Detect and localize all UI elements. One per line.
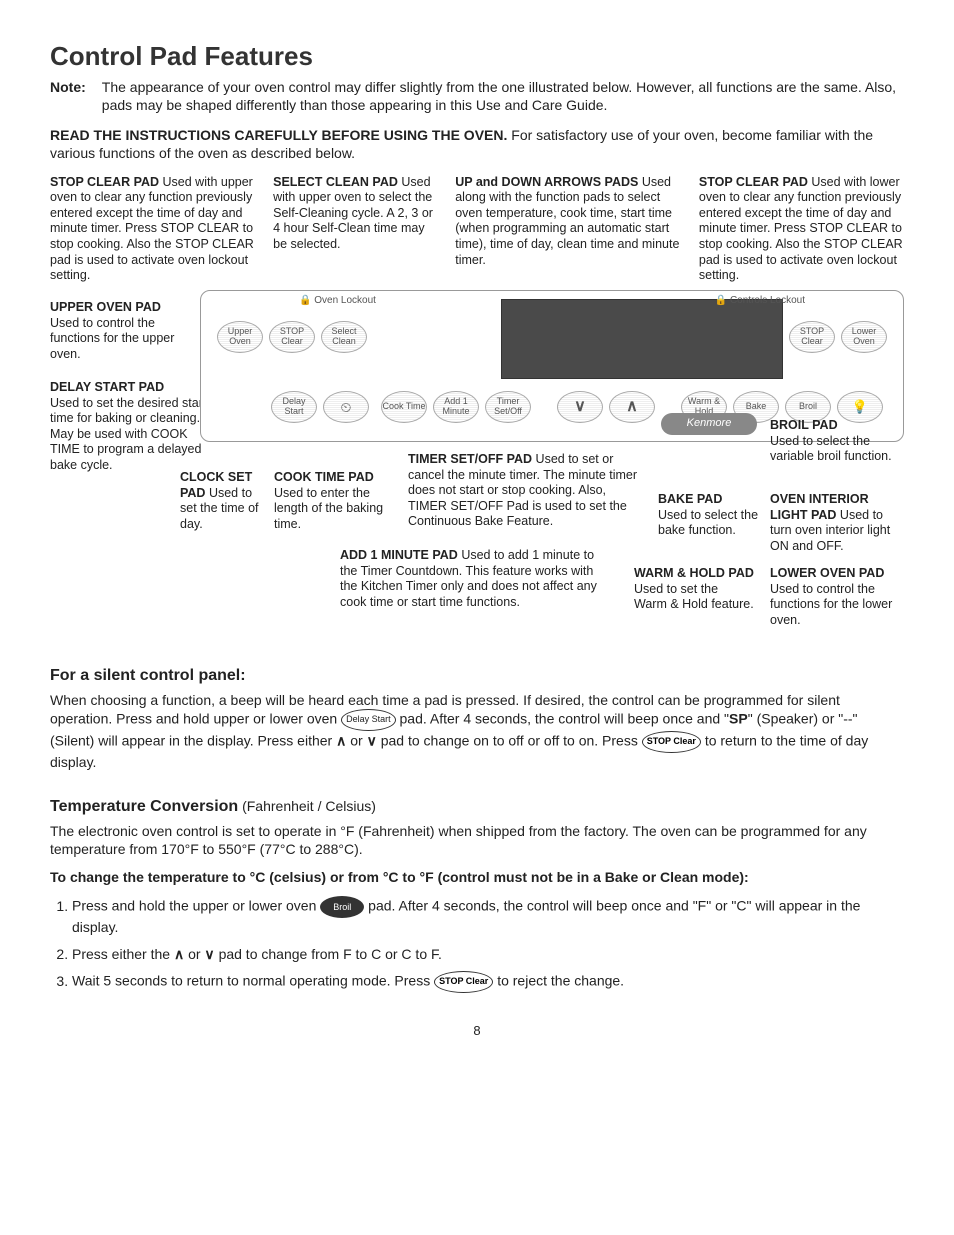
callout-cook-time: COOK TIME PAD Used to enter the length o… — [274, 470, 384, 533]
down-arrow-icon: ∨ — [367, 733, 377, 749]
inline-pad-stop-clear: STOP Clear — [642, 731, 701, 753]
temp-steps: Press and hold the upper or lower oven B… — [50, 896, 904, 992]
pad-upper-oven[interactable]: Upper Oven — [217, 321, 263, 353]
pad-timer-set-off[interactable]: Timer Set/Off — [485, 391, 531, 423]
temp-heading: Temperature Conversion (Fahrenheit / Cel… — [50, 797, 904, 818]
inline-pad-delay-start: Delay Start — [341, 709, 396, 731]
pad-select-clean[interactable]: Select Clean — [321, 321, 367, 353]
pad-up-arrow[interactable]: ∧ — [609, 391, 655, 423]
callout-stop-clear-upper: STOP CLEAR PAD Used with upper oven to c… — [50, 175, 255, 284]
pad-down-arrow[interactable]: ∨ — [557, 391, 603, 423]
pad-stop-clear-upper[interactable]: STOP Clear — [269, 321, 315, 353]
page-number: 8 — [50, 1023, 904, 1040]
inline-pad-stop-clear: STOP Clear — [434, 971, 493, 993]
temp-step-1: Press and hold the upper or lower oven B… — [72, 896, 904, 936]
note-text: The appearance of your oven control may … — [102, 78, 904, 114]
callout-warm-hold: WARM & HOLD PADUsed to set the Warm & Ho… — [634, 566, 754, 613]
pad-cook-time[interactable]: Cook Time — [381, 391, 427, 423]
control-panel-diagram: STOP CLEAR PAD Used with upper oven to c… — [50, 175, 904, 638]
callout-upper-oven: UPPER OVEN PAD Used to control the funct… — [50, 300, 200, 363]
silent-paragraph: When choosing a function, a beep will be… — [50, 691, 904, 771]
callout-broil: BROIL PADUsed to select the variable bro… — [770, 418, 900, 465]
silent-heading: For a silent control panel: — [50, 666, 904, 687]
page-title: Control Pad Features — [50, 40, 904, 74]
callout-stop-clear-lower: STOP CLEAR PAD Used with lower oven to c… — [699, 175, 904, 284]
pad-delay-start[interactable]: Delay Start — [271, 391, 317, 423]
down-arrow-icon: ∨ — [204, 946, 214, 962]
read-bold: READ THE INSTRUCTIONS CAREFULLY BEFORE U… — [50, 127, 507, 143]
callout-arrows: UP and DOWN ARROWS PADS Used along with … — [455, 175, 681, 284]
controls-lockout-icon: 🔒 Controls Lockout — [715, 295, 805, 308]
callout-select-clean: SELECT CLEAN PAD Used with upper oven to… — [273, 175, 437, 284]
pad-add-1-minute[interactable]: Add 1 Minute — [433, 391, 479, 423]
temp-step-3: Wait 5 seconds to return to normal opera… — [72, 971, 904, 993]
lcd-display — [501, 299, 783, 379]
temp-paragraph-2: To change the temperature to °C (celsius… — [50, 868, 904, 886]
oven-lockout-icon: 🔒 Oven Lockout — [299, 295, 376, 308]
callout-add-1-minute: ADD 1 MINUTE PAD Used to add 1 minute to… — [340, 548, 600, 611]
callout-oven-light: OVEN INTERIOR LIGHT PAD Used to turn ove… — [770, 492, 904, 555]
up-arrow-icon: ∧ — [174, 946, 184, 962]
pad-clock[interactable]: ⏲ — [323, 391, 369, 423]
callout-timer-set-off: TIMER SET/OFF PAD Used to set or cancel … — [408, 452, 638, 530]
temp-paragraph-1: The electronic oven control is set to op… — [50, 822, 904, 858]
up-arrow-icon: ∧ — [336, 733, 346, 749]
callout-lower-oven: LOWER OVEN PADUsed to control the functi… — [770, 566, 904, 629]
intro: READ THE INSTRUCTIONS CAREFULLY BEFORE U… — [50, 126, 904, 162]
callout-bake: BAKE PADUsed to select the bake function… — [658, 492, 762, 539]
pad-stop-clear-lower[interactable]: STOP Clear — [789, 321, 835, 353]
inline-pad-broil: Broil — [320, 896, 364, 918]
pad-lower-oven[interactable]: Lower Oven — [841, 321, 887, 353]
brand-logo: Kenmore — [661, 413, 757, 435]
temp-step-2: Press either the ∧ or ∨ pad to change fr… — [72, 945, 904, 963]
note-label: Note: — [50, 78, 86, 114]
callout-clock-set: CLOCK SET PAD Used to set the time of da… — [180, 470, 270, 533]
note-row: Note: The appearance of your oven contro… — [50, 78, 904, 114]
